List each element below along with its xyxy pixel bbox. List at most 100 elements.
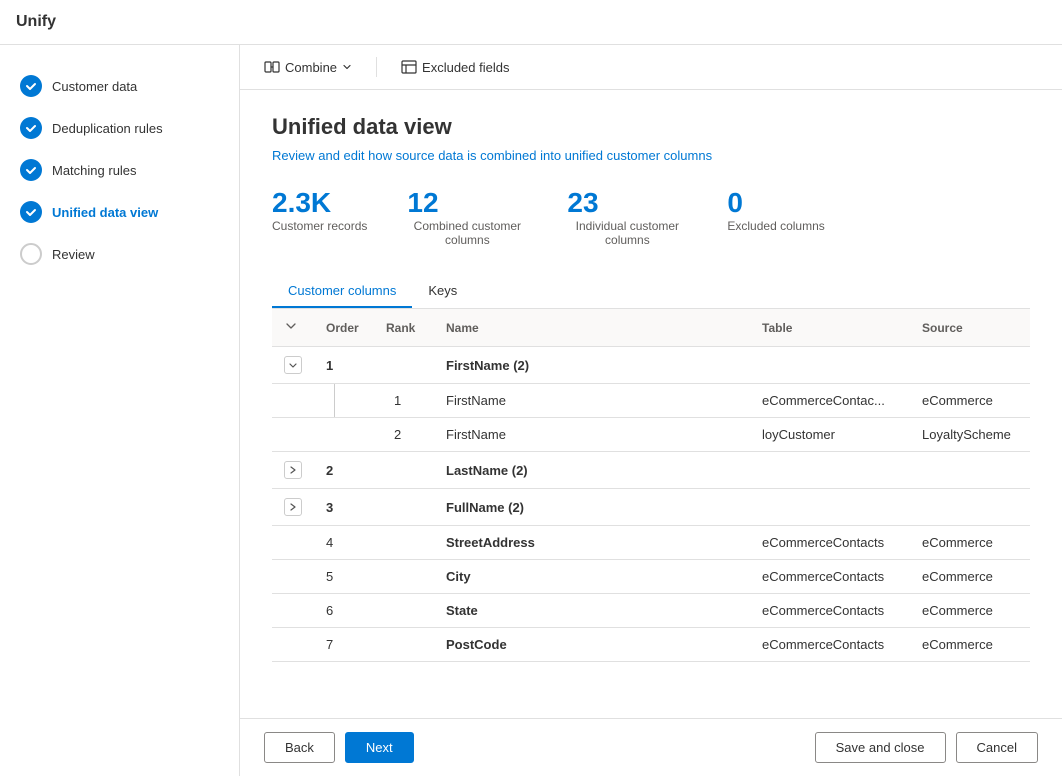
step-icon-deduplication-rules [20, 117, 42, 139]
sidebar: Customer data Deduplication rules Matchi… [0, 45, 240, 776]
row-source: eCommerce [910, 594, 1030, 628]
row-source [910, 452, 1030, 489]
content-area: Combine Excluded fields Unified data vie [240, 45, 1062, 776]
row-expander[interactable] [272, 452, 314, 489]
row-name: FirstName (2) [434, 347, 750, 384]
row-table: eCommerceContacts [750, 560, 910, 594]
top-bar: Unify [0, 0, 1062, 45]
row-rank [374, 628, 434, 662]
chevron-down-icon [342, 62, 352, 72]
sidebar-item-label-deduplication-rules: Deduplication rules [52, 121, 163, 136]
next-button[interactable]: Next [345, 732, 414, 763]
stat-value-excluded-columns: 0 [727, 187, 743, 219]
table-row[interactable]: 3 FullName (2) [272, 489, 1030, 526]
col-header-source: Source [910, 309, 1030, 347]
cancel-button[interactable]: Cancel [956, 732, 1038, 763]
row-source: eCommerce [910, 560, 1030, 594]
table-row[interactable]: 2 LastName (2) [272, 452, 1030, 489]
expand-button[interactable] [284, 498, 302, 516]
child-rank: 2 [374, 418, 434, 452]
row-source: eCommerce [910, 628, 1030, 662]
row-order: 2 [314, 452, 374, 489]
stat-label-excluded-columns: Excluded columns [727, 219, 824, 233]
page-subtitle: Review and edit how source data is combi… [272, 148, 1030, 163]
row-rank [374, 347, 434, 384]
row-order: 6 [314, 594, 374, 628]
stat-label-combined-columns: Combined customer columns [407, 219, 527, 247]
stat-label-individual-columns: Individual customer columns [567, 219, 687, 247]
sidebar-item-label-review: Review [52, 247, 95, 262]
excluded-fields-icon [401, 59, 417, 75]
page-content: Unified data view Review and edit how so… [240, 90, 1062, 718]
col-header-name: Name [434, 309, 750, 347]
row-table [750, 347, 910, 384]
row-rank [374, 526, 434, 560]
row-order: 5 [314, 560, 374, 594]
sidebar-item-deduplication-rules[interactable]: Deduplication rules [0, 107, 239, 149]
row-order: 4 [314, 526, 374, 560]
stat-customer-records: 2.3K Customer records [272, 187, 367, 247]
save-close-button[interactable]: Save and close [815, 732, 946, 763]
stat-value-individual-columns: 23 [567, 187, 598, 219]
sidebar-item-label-unified-data-view: Unified data view [52, 205, 158, 220]
footer-left: Back Next [264, 732, 414, 763]
row-name: LastName (2) [434, 452, 750, 489]
table-row: 4 StreetAddress eCommerceContacts eComme… [272, 526, 1030, 560]
step-icon-review [20, 243, 42, 265]
child-source: LoyaltyScheme [910, 418, 1030, 452]
table-header-row: Order Rank Name Table Source [272, 309, 1030, 347]
row-source [910, 347, 1030, 384]
stat-excluded-columns: 0 Excluded columns [727, 187, 824, 247]
row-source [910, 489, 1030, 526]
row-order: 3 [314, 489, 374, 526]
col-header-rank: Rank [374, 309, 434, 347]
sidebar-item-label-customer-data: Customer data [52, 79, 137, 94]
row-table [750, 489, 910, 526]
stat-value-customer-records: 2.3K [272, 187, 331, 219]
row-rank [374, 452, 434, 489]
sidebar-item-review[interactable]: Review [0, 233, 239, 275]
child-name: FirstName [434, 418, 750, 452]
table-row[interactable]: 1 FirstName (2) [272, 347, 1030, 384]
row-expander[interactable] [272, 347, 314, 384]
expand-button[interactable] [284, 461, 302, 479]
row-table: eCommerceContacts [750, 526, 910, 560]
sidebar-item-label-matching-rules: Matching rules [52, 163, 137, 178]
stat-value-combined-columns: 12 [407, 187, 438, 219]
page-title: Unified data view [272, 114, 1030, 140]
back-button[interactable]: Back [264, 732, 335, 763]
sidebar-item-customer-data[interactable]: Customer data [0, 65, 239, 107]
row-name: StreetAddress [434, 526, 750, 560]
row-name: PostCode [434, 628, 750, 662]
toolbar: Combine Excluded fields [240, 45, 1062, 90]
table-row: 1 FirstName eCommerceContac... eCommerce [272, 384, 1030, 418]
data-table: Order Rank Name Table Source [272, 309, 1030, 662]
excluded-fields-button[interactable]: Excluded fields [393, 55, 517, 79]
table-row: 5 City eCommerceContacts eCommerce [272, 560, 1030, 594]
table-row: 7 PostCode eCommerceContacts eCommerce [272, 628, 1030, 662]
child-name: FirstName [434, 384, 750, 418]
stat-individual-columns: 23 Individual customer columns [567, 187, 687, 247]
sidebar-item-matching-rules[interactable]: Matching rules [0, 149, 239, 191]
row-table: eCommerceContacts [750, 594, 910, 628]
combine-icon [264, 59, 280, 75]
row-order: 1 [314, 347, 374, 384]
row-expander[interactable] [272, 489, 314, 526]
step-icon-unified-data-view [20, 201, 42, 223]
row-rank [374, 594, 434, 628]
tab-customer-columns[interactable]: Customer columns [272, 275, 412, 308]
footer: Back Next Save and close Cancel [240, 718, 1062, 776]
table-row: 2 FirstName loyCustomer LoyaltyScheme [272, 418, 1030, 452]
row-name: FullName (2) [434, 489, 750, 526]
stat-combined-columns: 12 Combined customer columns [407, 187, 527, 247]
row-name: City [434, 560, 750, 594]
tab-keys[interactable]: Keys [412, 275, 473, 308]
combine-button[interactable]: Combine [256, 55, 360, 79]
child-rank: 1 [374, 384, 434, 418]
row-name: State [434, 594, 750, 628]
main-layout: Customer data Deduplication rules Matchi… [0, 45, 1062, 776]
row-order: 7 [314, 628, 374, 662]
expand-button[interactable] [284, 356, 302, 374]
sidebar-item-unified-data-view[interactable]: Unified data view [0, 191, 239, 233]
app-title: Unify [16, 13, 56, 31]
